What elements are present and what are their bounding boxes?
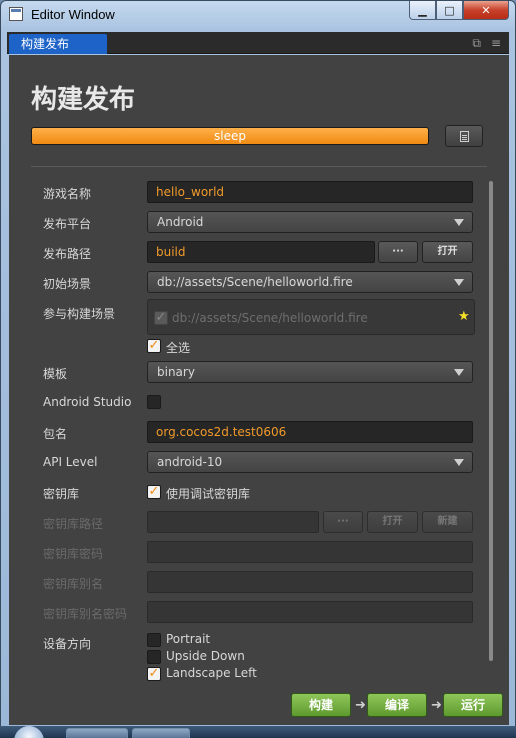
orientation-label: 设备方向 xyxy=(43,637,92,651)
select-all-label: 全选 xyxy=(166,341,191,355)
chevron-down-icon xyxy=(454,279,464,286)
arrow-right-icon: ➜ xyxy=(355,698,366,713)
build-path-open-button[interactable]: 打开 xyxy=(422,241,473,263)
window-title: Editor Window xyxy=(31,7,115,22)
maximize-button[interactable]: □ xyxy=(436,1,463,20)
orientation-landscape-left-checkbox[interactable]: ✓ xyxy=(147,667,161,681)
keystore-alias-label: 密钥库别名 xyxy=(43,577,104,591)
star-icon: ★ xyxy=(458,309,470,324)
chevron-down-icon xyxy=(454,219,464,226)
close-button[interactable]: ✕ xyxy=(463,1,509,20)
editor-window: Editor Window ▁ □ ✕ 构建发布 ⧉ ≡ 构建发布 sleep … xyxy=(0,0,516,738)
template-select[interactable]: binary xyxy=(147,361,473,383)
keystore-password-label: 密钥库密码 xyxy=(43,547,104,561)
tab-build-publish[interactable]: 构建发布 xyxy=(9,34,107,54)
start-scene-label: 初始场景 xyxy=(43,277,92,291)
orientation-portrait-label: Portrait xyxy=(166,632,211,646)
package-name-input[interactable]: org.cocos2d.test0606 xyxy=(147,421,473,443)
tab-bar: 构建发布 ⧉ ≡ xyxy=(7,32,509,54)
android-studio-label: Android Studio xyxy=(43,395,132,409)
open-log-button[interactable] xyxy=(445,125,483,147)
arrow-right-icon: ➜ xyxy=(431,698,442,713)
orientation-upside-down-checkbox[interactable] xyxy=(147,650,161,664)
scrollbar[interactable] xyxy=(489,181,493,661)
build-scenes-list: ✓ db://assets/Scene/helloworld.fire ★ xyxy=(147,299,475,335)
keystore-create-button[interactable]: 新建 xyxy=(422,511,473,533)
debug-keystore-label: 使用调试密钥库 xyxy=(166,487,251,501)
taskbar-item[interactable] xyxy=(132,728,190,738)
keystore-password-input[interactable] xyxy=(147,541,473,563)
start-button[interactable] xyxy=(14,726,44,738)
popout-icon[interactable]: ⧉ xyxy=(472,36,481,51)
tab-tools: ⧉ ≡ xyxy=(472,36,501,51)
select-all-checkbox[interactable]: ✓ xyxy=(147,339,161,353)
keystore-alias-password-input[interactable] xyxy=(147,601,473,623)
keystore-alias-password-label: 密钥库别名密码 xyxy=(43,607,128,621)
compile-button[interactable]: 编译 xyxy=(367,693,427,717)
keystore-label: 密钥库 xyxy=(43,487,80,501)
divider xyxy=(31,166,487,167)
game-name-label: 游戏名称 xyxy=(43,187,92,201)
progress-status: sleep xyxy=(214,129,246,143)
build-panel: 构建发布 sleep 游戏名称 hello_world 发布平台 Android… xyxy=(9,55,509,685)
scene-item: db://assets/Scene/helloworld.fire xyxy=(172,311,368,325)
build-button[interactable]: 构建 xyxy=(291,693,351,717)
title-bar[interactable]: Editor Window ▁ □ ✕ xyxy=(1,1,515,29)
orientation-portrait-checkbox[interactable] xyxy=(147,633,161,647)
keystore-browse-button[interactable]: ··· xyxy=(323,511,363,533)
start-scene-select[interactable]: db://assets/Scene/helloworld.fire xyxy=(147,271,473,293)
chevron-down-icon xyxy=(454,459,464,466)
template-label: 模板 xyxy=(43,367,68,381)
build-path-input[interactable]: build xyxy=(147,241,375,263)
build-path-browse-button[interactable]: ··· xyxy=(378,241,418,263)
package-name-label: 包名 xyxy=(43,427,68,441)
build-path-label: 发布路径 xyxy=(43,247,92,261)
window-controls: ▁ □ ✕ xyxy=(409,1,509,21)
build-progress-bar: sleep xyxy=(31,127,429,145)
build-scenes-label: 参与构建场景 xyxy=(43,307,116,321)
scene-checkbox[interactable]: ✓ xyxy=(154,311,168,325)
debug-keystore-checkbox[interactable]: ✓ xyxy=(147,485,161,499)
taskbar xyxy=(0,726,516,738)
minimize-button[interactable]: ▁ xyxy=(409,1,436,20)
platform-label: 发布平台 xyxy=(43,217,92,231)
game-name-input[interactable]: hello_world xyxy=(147,181,473,203)
document-icon xyxy=(459,130,469,142)
run-button[interactable]: 运行 xyxy=(443,693,503,717)
orientation-upside-down-label: Upside Down xyxy=(166,649,245,663)
api-level-label: API Level xyxy=(43,455,98,469)
platform-value: Android xyxy=(157,215,204,229)
keystore-open-button[interactable]: 打开 xyxy=(367,511,418,533)
settings-form[interactable]: 游戏名称 hello_world 发布平台 Android 发布路径 build… xyxy=(9,171,509,685)
chevron-down-icon xyxy=(454,369,464,376)
window-app-icon xyxy=(9,7,23,21)
template-value: binary xyxy=(157,365,195,379)
platform-select[interactable]: Android xyxy=(147,211,473,233)
keystore-alias-input[interactable] xyxy=(147,571,473,593)
keystore-path-label: 密钥库路径 xyxy=(43,517,104,531)
api-level-value: android-10 xyxy=(157,455,223,469)
orientation-landscape-left-label: Landscape Left xyxy=(166,666,257,680)
keystore-path-input[interactable] xyxy=(147,511,319,533)
menu-icon[interactable]: ≡ xyxy=(491,36,501,51)
action-bar: 构建 ➜ 编译 ➜ 运行 xyxy=(9,685,509,725)
api-level-select[interactable]: android-10 xyxy=(147,451,473,473)
page-title: 构建发布 xyxy=(31,85,136,115)
start-scene-value: db://assets/Scene/helloworld.fire xyxy=(157,275,353,289)
android-studio-checkbox[interactable] xyxy=(147,395,161,409)
taskbar-item[interactable] xyxy=(66,728,128,738)
